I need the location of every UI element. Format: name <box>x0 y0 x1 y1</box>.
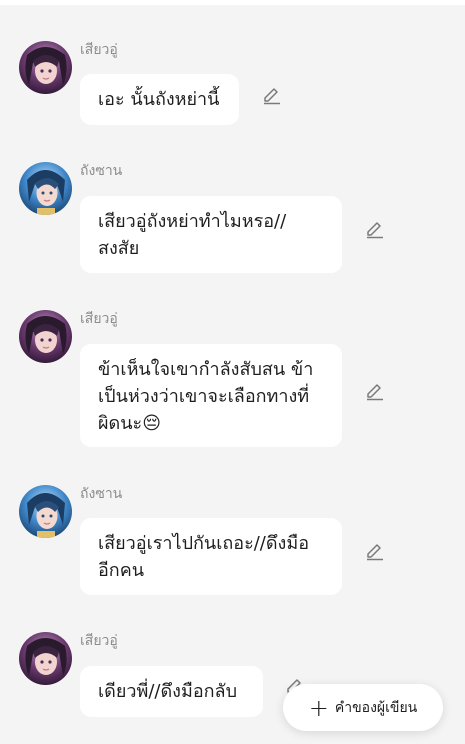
edit-pencil-icon[interactable] <box>364 379 386 401</box>
plus-icon: + <box>308 693 329 722</box>
sender-name: เสียวอู่ <box>80 633 118 649</box>
sender-name: ถังซาน <box>80 486 123 502</box>
message-bubble: เอะ นั้นถังหย่านี้ <box>80 74 239 125</box>
message-bubble: ข้าเห็นใจเขากำลังสับสน ข้าเป็นห่วงว่าเขา… <box>80 344 342 447</box>
message-bubble: เดียวพี่//ดึงมือกลับ <box>80 666 263 717</box>
purple-character-avatar-icon[interactable] <box>19 310 72 363</box>
edit-pencil-icon[interactable] <box>364 217 386 239</box>
message-bubble: เสียวอู่ถังหย่าทำไมหรอ// สงสัย <box>80 196 342 273</box>
sender-name: ถังซาน <box>80 163 123 179</box>
purple-character-avatar-icon[interactable] <box>19 41 72 94</box>
message-bubble: เสียวอู่เราไปกันเถอะ//ดึงมืออีกคน <box>80 518 342 595</box>
edit-pencil-icon[interactable] <box>261 83 283 105</box>
sender-name: เสียวอู่ <box>80 311 118 327</box>
blue-character-avatar-icon[interactable] <box>19 162 72 215</box>
author-note-label: คำของผู้เขียน <box>334 699 418 716</box>
sender-name: เสียวอู่ <box>80 42 118 58</box>
purple-character-avatar-icon[interactable] <box>19 632 72 685</box>
blue-character-avatar-icon[interactable] <box>19 485 72 538</box>
edit-pencil-icon[interactable] <box>364 539 386 561</box>
top-bar <box>0 0 465 5</box>
author-note-button[interactable]: + คำของผู้เขียน <box>283 684 443 731</box>
